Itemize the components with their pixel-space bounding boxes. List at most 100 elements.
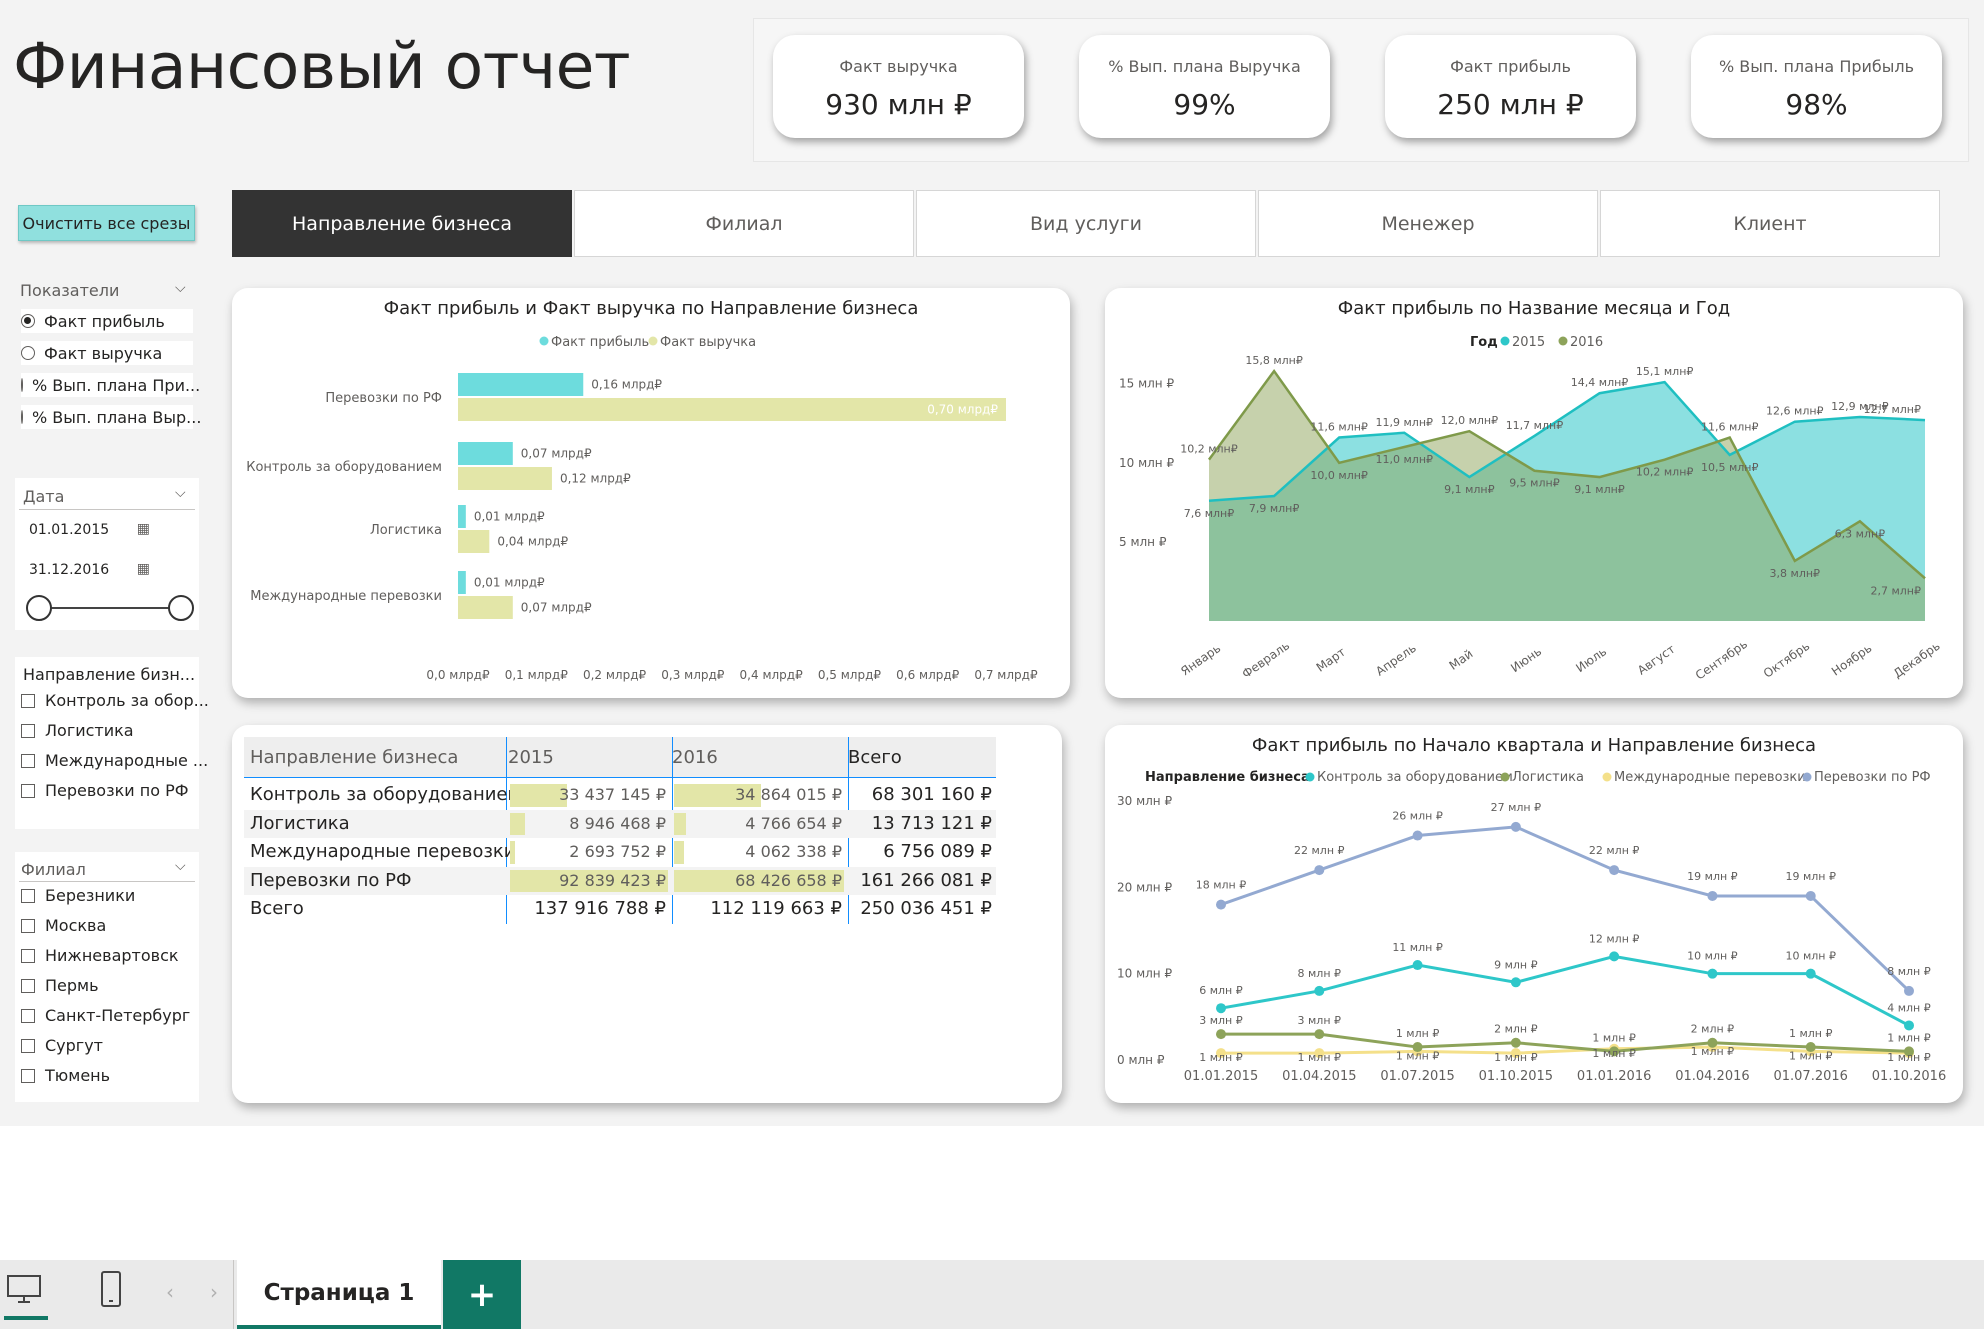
business-option[interactable]: Международные ... — [21, 751, 208, 770]
data-label: 11,7 млн₽ — [1506, 419, 1564, 432]
date-from-input[interactable]: 01.01.2015 ▦ — [19, 515, 162, 545]
x-tick-label: 0,2 млрд₽ — [583, 668, 647, 682]
kpi-card-profit-plan: % Вып. плана Прибыль 98% — [1691, 35, 1942, 138]
column-header[interactable]: Направление бизнеса — [250, 747, 458, 768]
column-header[interactable]: 2016 — [672, 747, 718, 768]
legend-label: Перевозки по РФ — [1814, 770, 1931, 785]
table-cell-name: Контроль за оборудованием — [250, 784, 522, 805]
y-tick-label: 10 млн ₽ — [1117, 967, 1172, 981]
x-tick-label: Август — [1635, 642, 1678, 678]
indicator-option[interactable]: Факт выручка — [21, 341, 193, 365]
data-label: 11,0 млн₽ — [1376, 453, 1434, 466]
legend-title: Направление бизнеса — [1145, 770, 1310, 785]
chevron-down-icon[interactable]: ⌵ — [175, 280, 186, 296]
data-label: 19 млн ₽ — [1687, 870, 1738, 883]
table-total-all: 250 036 451 ₽ — [860, 898, 992, 919]
legend-marker — [1305, 772, 1315, 782]
column-header[interactable]: Всего — [848, 747, 902, 768]
branch-option[interactable]: Нижневартовск — [21, 946, 179, 965]
x-tick-label: Ноябрь — [1829, 641, 1874, 679]
page-tab-1[interactable]: Страница 1 — [237, 1260, 441, 1329]
tab-business[interactable]: Направление бизнеса — [232, 190, 572, 257]
x-tick-label: 01.10.2016 — [1872, 1069, 1946, 1084]
category-label: Международные перевозки — [250, 589, 442, 604]
branch-option[interactable]: Тюмень — [21, 1066, 110, 1085]
data-label: 1 млн ₽ — [1494, 1051, 1538, 1064]
indicator-option[interactable]: % Вып. плана Выр... — [21, 405, 201, 429]
data-label: 11 млн ₽ — [1392, 941, 1443, 954]
data-label: 1 млн ₽ — [1592, 1047, 1636, 1060]
data-label: 9,1 млн₽ — [1574, 483, 1625, 496]
data-label: 0,12 млрд₽ — [560, 472, 631, 486]
legend-title: Год — [1470, 335, 1498, 350]
tab-client[interactable]: Клиент — [1600, 190, 1940, 257]
column-header[interactable]: 2015 — [508, 747, 554, 768]
business-option[interactable]: Логистика — [21, 721, 134, 740]
y-tick-label: 20 млн ₽ — [1117, 880, 1172, 894]
chevron-down-icon[interactable]: ⌵ — [175, 485, 186, 501]
data-point — [1314, 865, 1325, 876]
x-tick-label: 01.04.2016 — [1675, 1069, 1749, 1084]
x-tick-label: 01.07.2015 — [1380, 1069, 1454, 1084]
data-label: 6 млн ₽ — [1199, 984, 1243, 997]
business-option[interactable]: Перевозки по РФ — [21, 781, 189, 800]
business-option[interactable]: Контроль за обор... — [21, 691, 209, 710]
bar — [458, 596, 513, 619]
tab-branch[interactable]: Филиал — [574, 190, 914, 257]
data-label: 11,6 млн₽ — [1310, 421, 1368, 434]
table-total-2015: 137 916 788 ₽ — [534, 898, 666, 919]
data-point — [1216, 1003, 1226, 1014]
bar-chart: Факт прибыль Факт выручка Перевозки по РФ 0… — [246, 335, 1038, 682]
page-title: Финансовый отчет — [13, 30, 631, 103]
data-label: 7,9 млн₽ — [1249, 502, 1300, 515]
branch-option[interactable]: Пермь — [21, 976, 99, 995]
mobile-view-icon[interactable] — [98, 1268, 126, 1312]
table-cell-2016: 4 766 654 ₽ — [745, 813, 842, 833]
line-chart-card: Факт прибыль по Начало квартала и Направ… — [1105, 725, 1963, 1103]
chevron-left-icon[interactable]: ‹ — [166, 1280, 174, 1304]
indicator-option[interactable]: % Вып. плана При... — [21, 373, 200, 397]
calendar-icon[interactable]: ▦ — [137, 521, 150, 537]
branch-option[interactable]: Москва — [21, 916, 106, 935]
data-label: 7,6 млн₽ — [1184, 507, 1235, 520]
tab-manager[interactable]: Менежер — [1258, 190, 1598, 257]
kpi-value: 250 млн ₽ — [1437, 88, 1584, 121]
checkbox-icon — [21, 1038, 35, 1053]
tab-service[interactable]: Вид услуги — [916, 190, 1256, 257]
data-label: 2 млн ₽ — [1691, 1023, 1735, 1036]
x-tick-label: Июль — [1573, 644, 1609, 675]
legend-label: 2015 — [1512, 335, 1545, 350]
branch-option[interactable]: Санкт-Петербург — [21, 1006, 190, 1025]
bar — [458, 398, 1006, 421]
table-cell-total: 68 301 160 ₽ — [871, 784, 992, 805]
data-label: 3 млн ₽ — [1298, 1014, 1342, 1027]
radio-icon — [21, 346, 35, 360]
category-label: Перевозки по РФ — [325, 391, 442, 406]
data-label: 9 млн ₽ — [1494, 958, 1538, 971]
calendar-icon[interactable]: ▦ — [137, 561, 150, 577]
data-point — [1510, 821, 1521, 832]
clear-slicers-button[interactable]: Очистить все срезы — [18, 205, 195, 241]
kpi-label: % Вып. плана Выручка — [1108, 57, 1301, 76]
date-range-handle-start[interactable] — [26, 595, 52, 621]
chevron-down-icon[interactable]: ⌵ — [175, 858, 186, 874]
date-to-input[interactable]: 31.12.2016 ▦ — [19, 555, 162, 585]
chevron-right-icon[interactable]: › — [210, 1280, 218, 1304]
x-tick-label: 0,3 млрд₽ — [661, 668, 725, 682]
y-tick-label: 0 млн ₽ — [1117, 1053, 1165, 1067]
data-point — [1314, 1029, 1325, 1040]
data-point — [1510, 977, 1521, 988]
branch-option[interactable]: Сургут — [21, 1036, 103, 1055]
kpi-card-profit: Факт прибыль 250 млн ₽ — [1385, 35, 1636, 138]
branch-option[interactable]: Березники — [21, 886, 135, 905]
legend-marker — [1602, 772, 1612, 782]
slicer-title: Показатели — [20, 281, 120, 300]
date-range-handle-end[interactable] — [168, 595, 194, 621]
data-label: 10,0 млн₽ — [1310, 469, 1368, 482]
y-tick-label: 10 млн ₽ — [1119, 456, 1174, 470]
desktop-view-icon[interactable] — [4, 1272, 44, 1308]
x-tick-label: Июнь — [1508, 644, 1544, 675]
data-point — [1609, 865, 1620, 876]
indicator-option[interactable]: Факт прибыль — [21, 309, 193, 333]
add-page-button[interactable]: + — [443, 1260, 521, 1329]
